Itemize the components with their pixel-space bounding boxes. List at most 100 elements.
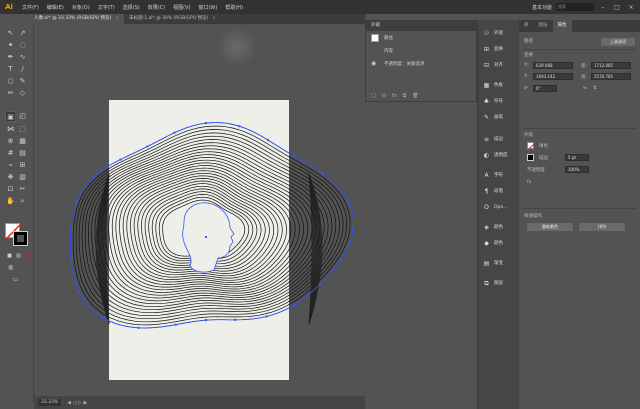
anchor-point[interactable] — [146, 145, 149, 148]
fill-none-swatch[interactable] — [527, 142, 536, 151]
tab-layers[interactable]: 图层 — [534, 20, 553, 32]
lasso-icon[interactable]: ◌ — [17, 40, 28, 51]
w-field[interactable]: 1712.085 — [591, 62, 631, 69]
anchor-point[interactable] — [265, 315, 268, 318]
anchor-point[interactable] — [70, 259, 73, 262]
maximize-icon[interactable]: □ — [612, 4, 622, 11]
perspective-grid-icon[interactable]: ▦ — [17, 136, 28, 147]
anchor-point[interactable] — [173, 131, 176, 134]
panel-color-1[interactable]: ◈ 颜色 — [478, 220, 520, 234]
artboard-canvas[interactable] — [34, 24, 365, 396]
tab-untitled[interactable]: 未标题-1.ai* @ 30% (RGB/GPU 预览) × — [124, 14, 221, 24]
appearance-row-content[interactable]: 内容 — [366, 45, 476, 57]
h-field[interactable]: 2576.785 — [591, 73, 631, 80]
anchor-point[interactable] — [234, 318, 237, 321]
recolor-button[interactable]: 重新着色 — [527, 223, 573, 231]
opacity-field[interactable]: 100% — [565, 166, 589, 173]
flip-vertical-icon[interactable]: ⇅ — [593, 86, 597, 91]
menu-object[interactable]: 对象(O) — [68, 4, 94, 11]
measure-icon[interactable]: ⊞ — [17, 160, 28, 171]
panel-swatches[interactable]: ▦ 色板 — [478, 78, 520, 92]
anchor-point[interactable] — [267, 139, 269, 142]
mesh-tool-icon[interactable]: # — [5, 148, 16, 159]
line-tool-icon[interactable]: / — [17, 64, 28, 75]
menu-view[interactable]: 视图(V) — [169, 4, 194, 11]
minimize-icon[interactable]: – — [598, 4, 608, 11]
selection-tool-icon[interactable]: ↖ — [5, 28, 16, 39]
menu-file[interactable]: 文件(F) — [18, 4, 43, 11]
delete-icon[interactable]: 🗑 — [412, 93, 418, 99]
fx-icon[interactable]: fx — [392, 93, 397, 99]
panel-symbols[interactable]: ♣ 符号 — [478, 94, 520, 108]
panel-appearance[interactable]: ☉ 外观 — [478, 26, 520, 40]
angle-field[interactable]: 0° — [533, 85, 557, 92]
tab-close-icon[interactable]: × — [212, 14, 216, 24]
menu-type[interactable]: 文字(T) — [94, 4, 119, 11]
graph-tool-icon[interactable]: ▥ — [17, 172, 28, 183]
stroke-color-swatch[interactable] — [527, 154, 534, 161]
anchor-point[interactable] — [69, 229, 72, 231]
menu-effect[interactable]: 效果(C) — [144, 4, 169, 11]
y-field[interactable]: 1693.142 — [533, 73, 573, 80]
draw-mode-icon[interactable]: ◍ — [5, 262, 16, 273]
menu-edit[interactable]: 编辑(E) — [43, 4, 68, 11]
screen-mode-icon[interactable]: ▭ — [10, 274, 21, 285]
anchor-point[interactable] — [119, 158, 122, 161]
tab-properties[interactable]: 属性 — [552, 20, 572, 32]
anchor-point[interactable] — [205, 122, 207, 125]
anchor-point[interactable] — [321, 172, 324, 175]
type-tool-icon[interactable]: T — [5, 64, 16, 75]
panel-color-2[interactable]: ◆ 颜色 — [478, 236, 520, 250]
eraser-icon[interactable]: ◇ — [17, 88, 28, 99]
zoom-level[interactable]: 33.33% — [38, 399, 62, 406]
panel-character[interactable]: A 字符 — [478, 168, 520, 182]
width-tool-icon[interactable]: ⋈ — [5, 124, 16, 135]
blend-tool-icon[interactable]: ▣ — [5, 111, 16, 122]
panel-opentype[interactable]: O Ope... — [478, 200, 520, 214]
anchor-point[interactable] — [77, 290, 80, 293]
clear-icon[interactable]: ⊘ — [382, 93, 386, 99]
slice-tool-icon[interactable]: ✂ — [17, 184, 28, 195]
arrange-button[interactable]: 排列 — [579, 223, 625, 231]
close-icon[interactable]: × — [626, 4, 636, 11]
appearance-row-opacity[interactable]: ◉ 不透明度：关联选项 — [366, 57, 476, 70]
panel-layers[interactable]: ⧉ 图层 — [478, 276, 520, 290]
hand-tool-icon[interactable]: ✋ — [5, 196, 16, 207]
canvas[interactable] — [34, 24, 365, 396]
tab-libraries[interactable]: 库 — [519, 20, 534, 32]
anchor-point[interactable] — [92, 175, 95, 178]
direct-selection-tool-icon[interactable]: ↗ — [17, 28, 28, 39]
symbol-sprayer-icon[interactable]: ❋ — [5, 172, 16, 183]
anchor-point[interactable] — [294, 302, 297, 305]
menu-select[interactable]: 选择(S) — [119, 4, 144, 11]
flip-horizontal-icon[interactable]: ⇋ — [583, 86, 587, 91]
stroke-swatch[interactable] — [13, 231, 28, 246]
ellipse-tool-icon[interactable]: ○ — [5, 76, 16, 87]
workspace-switcher[interactable]: 基本功能 — [532, 4, 552, 11]
stroke-weight-field[interactable]: 5 pt — [565, 154, 589, 161]
anchor-point[interactable] — [75, 200, 78, 203]
duplicate-icon[interactable]: ⧉ — [403, 93, 407, 99]
anchor-point[interactable] — [205, 319, 207, 322]
paintbrush-icon[interactable]: ✎ — [17, 76, 28, 87]
panel-transform[interactable]: ⊞ 变换 — [478, 42, 520, 56]
menu-window[interactable]: 窗口(W) — [194, 4, 221, 11]
anchor-point[interactable] — [174, 323, 177, 326]
artboard-tool-icon[interactable]: ⊡ — [5, 184, 16, 195]
shape-builder-icon[interactable]: ⊕ — [5, 136, 16, 147]
magic-wand-icon[interactable]: ✦ — [5, 40, 16, 51]
anchor-point[interactable] — [318, 283, 321, 286]
pen-tool-icon[interactable]: ✒ — [5, 52, 16, 63]
visibility-icon[interactable]: ◉ — [371, 60, 379, 67]
panel-align[interactable]: ⊟ 对齐 — [478, 58, 520, 72]
anchor-point[interactable] — [137, 326, 140, 329]
zoom-tool-icon[interactable]: ⌕ — [17, 196, 28, 207]
panel-stroke[interactable]: ≡ 描边 — [478, 132, 520, 146]
eyedropper-icon[interactable]: ⌁ — [5, 160, 16, 171]
search-input[interactable]: 搜索 — [556, 3, 594, 11]
tab-portrait[interactable]: 人像.ai* @ 33.33% (RGB/GPU 预览) × — [29, 14, 125, 24]
scale-tool-icon[interactable]: ◰ — [17, 111, 28, 122]
curvature-tool-icon[interactable]: ∿ — [17, 52, 28, 63]
artboard-nav-icon[interactable]: ◀ ◁ ▷ ▶ — [67, 400, 87, 406]
panel-brushes[interactable]: ✎ 画笔 — [478, 110, 520, 124]
